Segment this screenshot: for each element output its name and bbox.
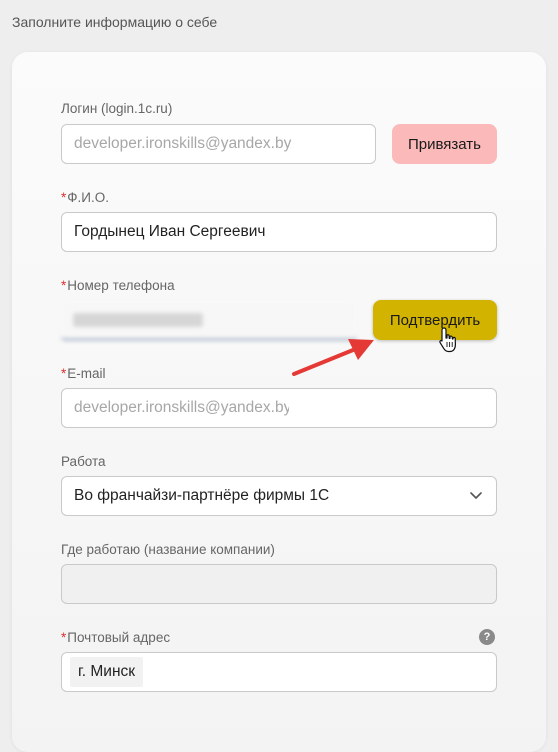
phone-value-redacted xyxy=(73,312,203,327)
login-label: Логин (login.1c.ru) xyxy=(61,101,173,116)
address-label: *Почтовый адрес xyxy=(61,630,170,645)
fio-label-text: Ф.И.О. xyxy=(67,190,109,205)
email-label-text: E-mail xyxy=(67,366,106,381)
chevron-down-icon xyxy=(468,488,484,504)
login-input[interactable]: developer.ironskills@yandex.by xyxy=(61,124,376,164)
phone-label-text: Номер телефона xyxy=(67,278,175,293)
required-mark: * xyxy=(61,278,67,293)
work-label: Работа xyxy=(61,454,106,469)
fio-label: *Ф.И.О. xyxy=(61,190,109,205)
work-selected-value: Во франчайзи-партнёре фирмы 1С xyxy=(74,487,330,504)
required-mark: * xyxy=(61,190,67,205)
fio-value: Гордынец Иван Сергеевич xyxy=(74,223,266,240)
address-label-text: Почтовый адрес xyxy=(67,630,171,645)
work-select[interactable]: Во франчайзи-партнёре фирмы 1С xyxy=(61,476,497,516)
email-label: *E-mail xyxy=(61,366,106,381)
address-value: г. Минск xyxy=(70,657,144,687)
email-value: developer.ironskills@yandex.by xyxy=(74,399,292,416)
fio-input[interactable]: Гордынец Иван Сергеевич xyxy=(61,212,497,252)
confirm-phone-button[interactable]: Подтвердить xyxy=(373,300,497,340)
login-value: developer.ironskills@yandex.by xyxy=(74,135,292,152)
required-mark: * xyxy=(61,630,67,645)
phone-label: *Номер телефона xyxy=(61,278,175,293)
required-mark: * xyxy=(61,366,67,381)
link-account-button[interactable]: Привязать xyxy=(392,124,497,164)
question-circle-icon[interactable]: ? xyxy=(479,629,495,645)
page-heading: Заполните информацию о себе xyxy=(12,14,218,30)
email-highlight xyxy=(289,398,316,418)
red-arrow-icon xyxy=(292,339,374,376)
company-label: Где работаю (название компании) xyxy=(61,542,275,557)
hand-pointer-cursor-icon xyxy=(439,327,456,353)
address-input[interactable]: г. Минск xyxy=(61,652,497,692)
company-input[interactable] xyxy=(61,564,497,604)
email-input[interactable]: developer.ironskills@yandex.by xyxy=(61,388,497,428)
